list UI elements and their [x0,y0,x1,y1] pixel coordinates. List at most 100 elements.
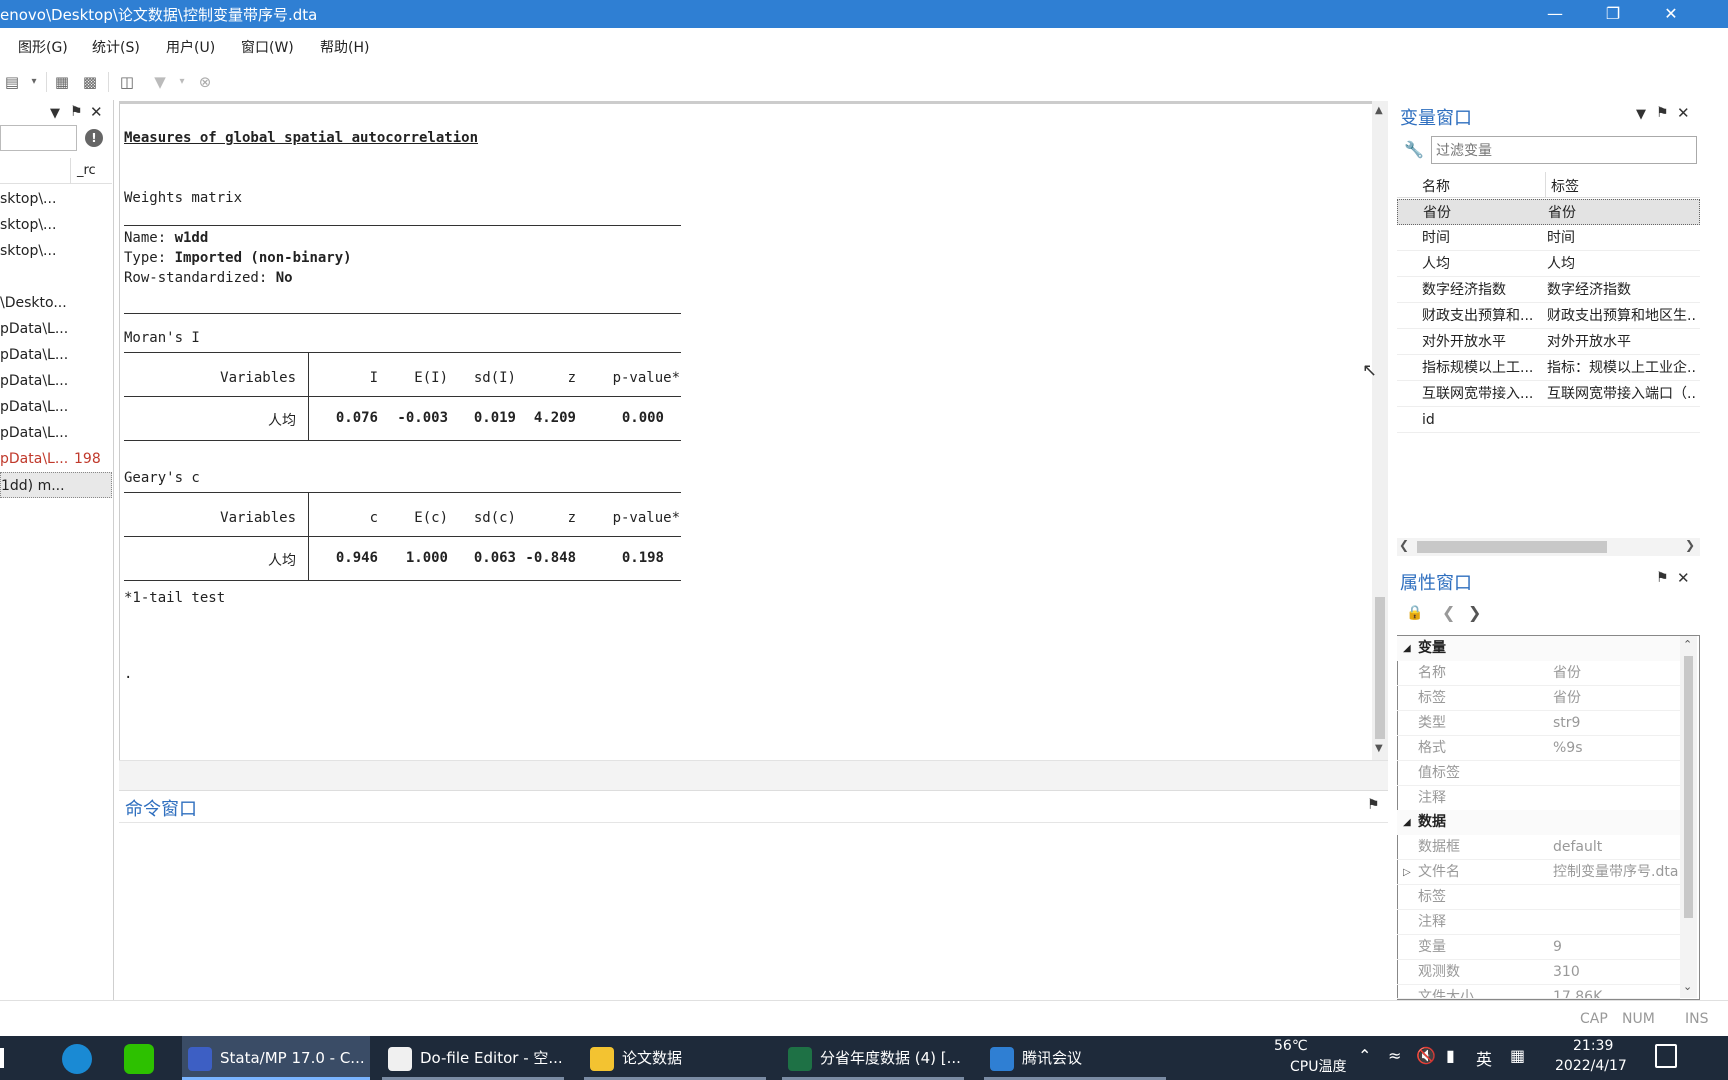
scroll-down-icon[interactable]: ▼ [1375,743,1383,754]
review-row[interactable]: sktop\... [0,186,112,212]
property-row[interactable]: 注释 [1397,910,1680,935]
break-icon[interactable]: ⊗ [195,72,215,92]
results-scrollbar[interactable]: ▲ ▼ [1372,101,1388,760]
pin-icon[interactable]: ⚑ [1656,105,1669,121]
scroll-thumb[interactable] [1375,597,1385,739]
review-row[interactable]: pData\L... [0,316,112,342]
review-row[interactable]: pData\L... [0,394,112,420]
keyboard-icon[interactable]: ▦ [1510,1046,1525,1065]
menu-statistics[interactable]: 统计(S) [92,37,140,57]
edge-icon[interactable] [62,1044,92,1074]
property-row[interactable]: 观测数 310 [1397,960,1680,985]
scroll-thumb[interactable] [1684,656,1693,918]
minimize-button[interactable]: — [1526,0,1584,28]
expand-icon[interactable]: ▷ [1403,860,1411,885]
pin-icon[interactable]: ⚑ [1367,797,1380,813]
taskbar-item-excel[interactable]: 分省年度数据 (4) [... [782,1036,964,1080]
review-filter-input[interactable] [0,125,77,151]
command-input[interactable] [119,822,1388,1000]
wechat-icon[interactable] [124,1044,154,1074]
variable-filter-input[interactable] [1431,136,1697,164]
properties-scrollbar[interactable]: ⌃ ⌄ [1680,636,1697,998]
speaker-icon[interactable]: 🔇 [1416,1046,1436,1065]
ime-indicator[interactable]: 英 [1476,1046,1492,1070]
start-icon[interactable] [0,1048,4,1068]
variable-row[interactable]: 数字经济指数 数字经济指数 [1397,277,1700,303]
scroll-up-icon[interactable]: ⌃ [1683,638,1692,651]
menu-help[interactable]: 帮助(H) [320,37,369,57]
scroll-left-icon[interactable]: ❮ [1399,538,1409,552]
pin-icon[interactable]: ⚑ [1656,570,1669,586]
taskbar-item-dofile[interactable]: Do-file Editor - 空... [382,1036,564,1080]
taskbar-item-folder[interactable]: 论文数据 [584,1036,766,1080]
wifi-icon[interactable]: ≈ [1388,1046,1401,1065]
battery-icon[interactable]: ▮ [1446,1046,1455,1065]
review-row[interactable]: pData\L... [0,420,112,446]
collapse-icon[interactable]: ◢ [1403,636,1411,661]
close-panel-icon[interactable]: ✕ [90,103,103,121]
scroll-thumb[interactable] [1417,541,1607,553]
pin-icon[interactable]: ⚑ [70,104,83,120]
property-row[interactable]: 值标签 [1397,761,1680,786]
close-button[interactable]: ✕ [1642,0,1700,28]
col-label-header[interactable]: 标签 [1551,176,1579,196]
do-editor-icon[interactable]: ▦ [52,72,72,92]
variable-row-selected[interactable]: 省份 省份 [1397,199,1700,225]
lock-icon[interactable]: 🔒 [1406,605,1423,621]
property-row[interactable]: 标签 [1397,885,1680,910]
alert-icon[interactable]: ! [85,129,103,147]
property-row[interactable]: 标签 省份 [1397,686,1680,711]
viewer-icon[interactable]: ▤ [2,72,22,92]
property-row[interactable]: 注释 [1397,786,1680,811]
forward-icon[interactable]: ❯ [1468,603,1481,622]
col-name-header[interactable]: 名称 [1422,176,1450,196]
section-data[interactable]: ◢ 数据 [1397,810,1680,835]
chevron-up-icon[interactable]: ⌃ [1358,1046,1371,1065]
clock-time[interactable]: 21:39 [1573,1038,1613,1054]
review-row[interactable]: sktop\... [0,238,112,264]
variable-row[interactable]: 财政支出预算和... 财政支出预算和地区生... [1397,303,1700,329]
clock-date[interactable]: 2022/4/17 [1555,1058,1627,1074]
property-row[interactable]: 名称 省份 [1397,661,1680,686]
close-icon[interactable]: ✕ [1677,569,1690,587]
review-row[interactable]: \Deskto... [0,290,112,316]
variable-row[interactable]: 时间 时间 [1397,225,1700,251]
taskbar-item-stata[interactable]: Stata/MP 17.0 - C... [182,1036,370,1080]
variable-row[interactable]: 互联网宽带接入... 互联网宽带接入端口（... [1397,381,1700,407]
close-icon[interactable]: ✕ [1677,104,1690,122]
variable-row[interactable]: 人均 人均 [1397,251,1700,277]
property-row[interactable]: 格式 %9s [1397,736,1680,761]
notification-icon[interactable] [1655,1044,1677,1068]
property-row[interactable]: 类型 str9 [1397,711,1680,736]
scroll-up-icon[interactable]: ▲ [1375,105,1383,116]
variables-hscrollbar[interactable]: ❮ ❯ [1397,538,1700,556]
property-row[interactable]: ▷ 文件名 控制变量带序号.dta [1397,860,1680,885]
more-icon[interactable]: ▼ [150,72,170,92]
chevron-down-icon[interactable]: ▾ [24,72,44,92]
review-row[interactable]: pData\L... [0,342,112,368]
restore-button[interactable]: ❐ [1584,0,1642,28]
review-row-selected[interactable]: 1dd) m... [0,472,112,498]
results-window[interactable]: Measures of global spatial autocorrelati… [119,101,1372,760]
variable-row[interactable]: 对外开放水平 对外开放水平 [1397,329,1700,355]
review-row[interactable]: sktop\... [0,212,112,238]
chevron-down-icon[interactable]: ▾ [172,72,192,92]
menu-window[interactable]: 窗口(W) [241,37,294,57]
review-row[interactable] [0,264,112,290]
menu-graphics[interactable]: 图形(G) [18,37,68,57]
property-row[interactable]: 数据框 default [1397,835,1680,860]
data-editor-icon[interactable]: ▩ [80,72,100,92]
variable-row[interactable]: 指标规模以上工... 指标：规模以上工业企... [1397,355,1700,381]
property-row[interactable]: 变量 9 [1397,935,1680,960]
scroll-right-icon[interactable]: ❯ [1685,538,1695,552]
rc-column-header[interactable]: _rc [70,158,96,184]
variables-manager-icon[interactable]: ◫ [117,72,137,92]
review-row-error[interactable]: pData\L... 198 [0,446,112,472]
scroll-down-icon[interactable]: ⌄ [1683,980,1692,993]
back-icon[interactable]: ❮ [1442,603,1455,622]
taskbar-item-meeting[interactable]: 腾讯会议 [984,1036,1166,1080]
menu-user[interactable]: 用户(U) [166,37,215,57]
filter-icon[interactable]: ▼ [1636,107,1646,122]
section-variable[interactable]: ◢ 变量 [1397,636,1680,661]
property-row[interactable]: 文件大小 17.86K [1397,985,1680,999]
